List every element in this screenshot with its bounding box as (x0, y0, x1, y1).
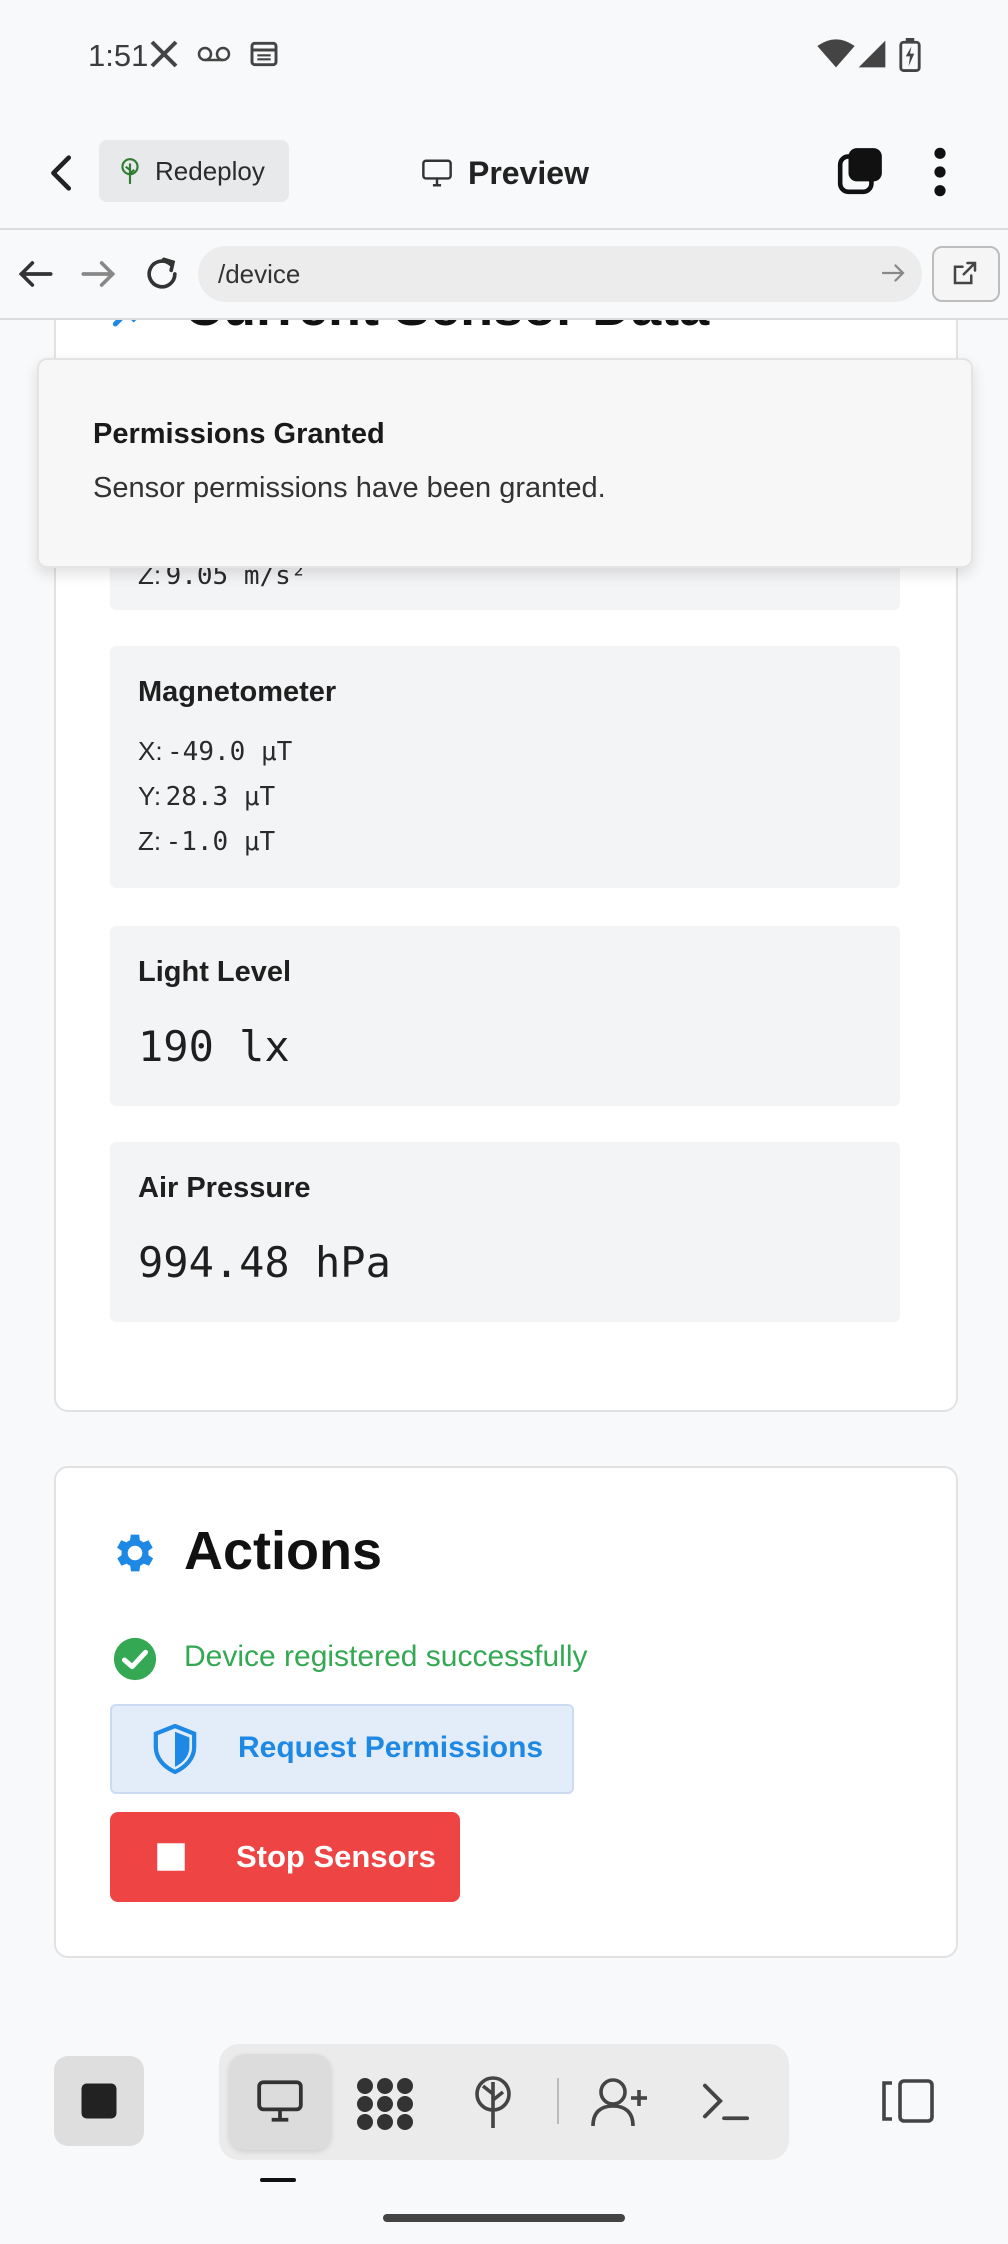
actions-card: Actions Device registered successfully R… (54, 1466, 958, 1958)
home-indicator (383, 2214, 625, 2222)
status-bar: 1:51 (0, 0, 1008, 118)
monitor-icon (422, 159, 452, 187)
mag-x-label: X: (138, 736, 163, 766)
mag-x-row: X: -49.0 μT (138, 736, 292, 767)
light-level-value: 190 lx (138, 1022, 290, 1071)
registration-status: Device registered successfully (184, 1640, 588, 1673)
bottom-toolbar (0, 2020, 1008, 2244)
x-logo-icon (150, 40, 178, 68)
split-view-icon[interactable] (880, 2076, 936, 2126)
light-level-title: Light Level (138, 956, 292, 988)
app-header: Redeploy Preview (0, 118, 1008, 230)
antenna-icon[interactable] (469, 2074, 517, 2130)
sensor-card-title: Current Sensor Data (184, 320, 709, 338)
stop-app-button[interactable] (54, 2056, 144, 2146)
mag-y-value: 28.3 μT (165, 782, 276, 812)
reload-icon[interactable] (140, 252, 184, 296)
light-level-box: Light Level 190 lx (110, 926, 900, 1106)
url-bar[interactable]: /device (198, 246, 922, 302)
signal-icon (858, 40, 886, 68)
tree-icon (121, 158, 139, 184)
magnetometer-box: Magnetometer X: -49.0 μT Y: 28.3 μT Z: -… (110, 646, 900, 888)
shield-icon (153, 1724, 197, 1774)
active-tab-indicator (260, 2178, 296, 2182)
browser-back-icon[interactable] (14, 252, 58, 296)
gear-icon (117, 1534, 154, 1572)
apps-grid-icon[interactable] (355, 2076, 415, 2132)
mag-x-value: -49.0 μT (167, 737, 293, 767)
permissions-toast: Permissions Granted Sensor permissions h… (37, 358, 973, 568)
terminal-icon[interactable] (701, 2078, 751, 2124)
back-arrow-icon[interactable] (40, 150, 86, 196)
add-user-icon[interactable] (591, 2076, 647, 2128)
status-time: 1:51 (88, 38, 149, 73)
desktop-tool-button[interactable] (229, 2054, 331, 2150)
air-pressure-title: Air Pressure (138, 1172, 311, 1204)
browser-forward-icon[interactable] (76, 252, 120, 296)
toast-description: Sensor permissions have been granted. (93, 472, 606, 504)
check-circle-icon (113, 1637, 157, 1681)
request-permissions-button[interactable]: Request Permissions (110, 1704, 574, 1794)
wifi-icon (817, 39, 855, 68)
desktop-icon (257, 2080, 303, 2122)
page-content: Current Sensor Data Z: 9.05 m/s² Magneto… (0, 320, 1008, 2020)
tool-group (219, 2044, 789, 2160)
external-link-icon (953, 261, 977, 285)
browser-toolbar: /device (0, 230, 1008, 320)
stop-sensors-button[interactable]: Stop Sensors (110, 1812, 460, 1902)
request-permissions-label: Request Permissions (238, 1731, 544, 1764)
stop-square-icon (81, 2083, 117, 2119)
battery-icon (899, 38, 921, 72)
actions-title: Actions (184, 1521, 383, 1581)
tabs-switcher-icon[interactable] (836, 146, 886, 196)
go-arrow-icon[interactable] (878, 258, 908, 288)
voicemail-icon (197, 46, 231, 62)
stop-sensors-label: Stop Sensors (236, 1839, 436, 1874)
mag-y-row: Y: 28.3 μT (138, 781, 275, 812)
open-external-button[interactable] (932, 246, 1000, 302)
magnetometer-title: Magnetometer (138, 676, 337, 708)
stop-square-icon (157, 1843, 185, 1871)
toast-title: Permissions Granted (93, 418, 385, 450)
more-options-icon[interactable] (920, 144, 960, 200)
mag-y-label: Y: (138, 781, 162, 811)
air-pressure-value: 994.48 hPa (138, 1238, 391, 1287)
redeploy-label: Redeploy (155, 155, 265, 186)
toolbar-divider (557, 2078, 559, 2124)
preview-label: Preview (468, 154, 589, 191)
preview-title: Preview (420, 148, 589, 198)
trending-up-icon (112, 320, 137, 327)
redeploy-button[interactable]: Redeploy (99, 140, 289, 202)
url-text: /device (218, 258, 301, 289)
mag-z-value: -1.0 μT (165, 827, 276, 857)
air-pressure-box: Air Pressure 994.48 hPa (110, 1142, 900, 1322)
mag-z-label: Z: (138, 826, 162, 856)
mag-z-row: Z: -1.0 μT (138, 826, 275, 857)
calendar-icon (250, 41, 278, 67)
